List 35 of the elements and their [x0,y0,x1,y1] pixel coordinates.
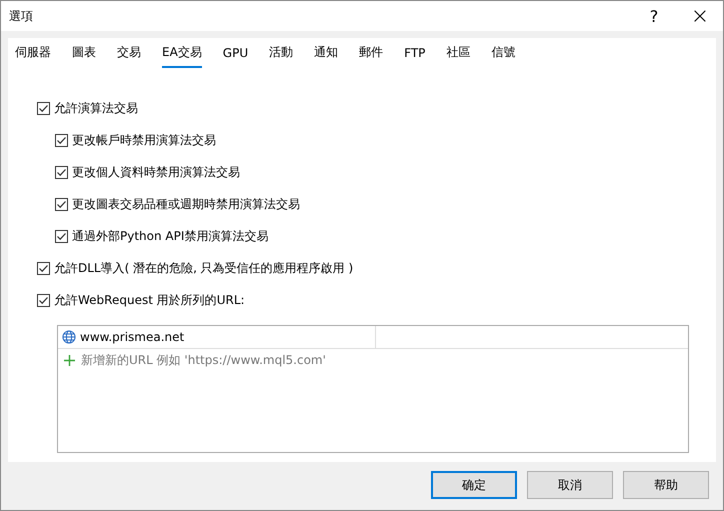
tab[interactable]: GPU [222,42,248,68]
url-text: www.prismea.net [80,330,184,344]
checkbox-label: 更改個人資料時禁用演算法交易 [72,164,240,181]
dialog-button[interactable]: 确定 [431,471,517,499]
tab[interactable]: 信號 [491,42,516,68]
tab[interactable]: EA交易 [162,42,202,68]
checkbox[interactable] [55,198,68,211]
checkbox[interactable] [55,166,68,179]
checkbox-label: 允許DLL導入( 潛在的危險, 只為受信任的應用程序啟用 ) [54,260,354,277]
tab[interactable]: 伺服器 [15,42,51,68]
tab[interactable]: 活動 [269,42,294,68]
tab[interactable]: FTP [404,42,426,68]
plus-icon [64,354,75,366]
tab[interactable]: 社區 [446,42,470,68]
checkbox-label: 更改圖表交易品種或週期時禁用演算法交易 [72,196,300,213]
tab[interactable]: 郵件 [359,42,384,68]
dialog-button[interactable]: 帮助 [623,471,709,499]
tab[interactable]: 交易 [117,42,141,68]
checkbox-label: 允許WebRequest 用於所列的URL: [54,292,245,309]
checkbox[interactable] [55,230,68,243]
checkbox[interactable] [55,134,68,147]
help-button[interactable]: ? [631,1,677,31]
globe-icon [62,330,76,344]
dialog-button[interactable]: 取消 [527,471,613,499]
add-url-hint[interactable]: 新增新的URL 例如 'https://www.mql5.com' [81,352,326,368]
checkbox[interactable] [37,262,50,275]
tab[interactable]: 通知 [314,42,338,68]
checkbox[interactable] [37,102,50,115]
checkbox[interactable] [37,294,50,307]
checkbox-label: 通過外部Python API禁用演算法交易 [72,228,268,245]
checkbox-label: 更改帳戶時禁用演算法交易 [72,132,216,149]
window-title: 選項 [9,8,34,24]
close-button[interactable]: × [677,1,723,31]
tab[interactable]: 圖表 [72,42,96,68]
checkbox-label: 允許演算法交易 [54,100,138,117]
